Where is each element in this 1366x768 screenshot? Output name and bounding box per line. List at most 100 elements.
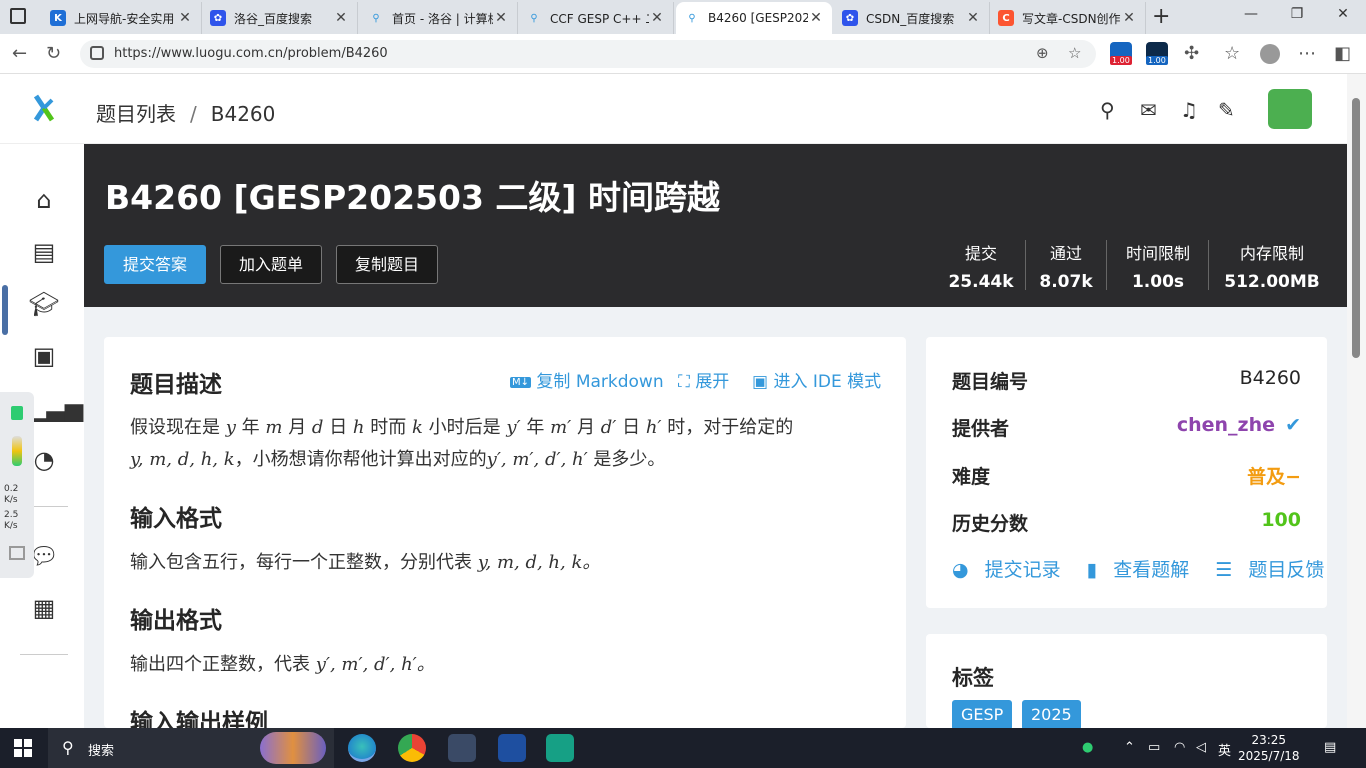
copy-markdown-link[interactable]: M↓ 复制 Markdown: [510, 367, 664, 392]
more-menu-icon[interactable]: ⋯: [1298, 43, 1316, 64]
stat-label: 提交: [964, 244, 997, 263]
clipboard-icon[interactable]: ▣: [28, 342, 60, 374]
battery-icon[interactable]: ▭: [1148, 740, 1160, 755]
page-scrollbar[interactable]: [1347, 74, 1366, 728]
tray-expand-icon[interactable]: ⌃: [1124, 740, 1135, 755]
add-to-list-button[interactable]: 加入题单: [220, 245, 323, 284]
back-icon[interactable]: ←: [12, 43, 27, 64]
network-speed-widget[interactable]: 0.2 K/s 2.5 K/s: [0, 392, 34, 578]
extensions-puzzle-icon[interactable]: ✣: [1184, 43, 1199, 64]
search-icon[interactable]: ⚲: [1100, 98, 1115, 122]
home-icon[interactable]: ⌂: [28, 186, 60, 218]
tab-title: 写文章-CSDN创作: [1022, 11, 1121, 26]
notification-icon[interactable]: ▤: [1324, 740, 1336, 755]
problem-hero: B4260 [GESP202503 二级] 时间跨越 提交答案 加入题单 复制题…: [84, 144, 1347, 307]
scrollbar-thumb[interactable]: [1352, 98, 1360, 358]
browser-tab[interactable]: ⚲ CCF GESP C++ 二级 ✕: [518, 2, 674, 34]
extension-badge: 1.00: [1146, 56, 1168, 65]
tag-badge[interactable]: GESP: [952, 700, 1013, 728]
output-format-heading: 输出格式: [130, 608, 222, 634]
refresh-icon[interactable]: ↻: [46, 43, 61, 64]
close-icon[interactable]: ✕: [493, 10, 509, 26]
submit-button[interactable]: 提交答案: [104, 245, 207, 284]
tab-favicon-icon: ✿: [210, 10, 226, 26]
new-tab-icon[interactable]: +: [1152, 4, 1170, 29]
breadcrumb-root[interactable]: 题目列表: [96, 102, 176, 126]
maximize-icon[interactable]: ❐: [1274, 6, 1320, 22]
breadcrumb-current: B4260: [210, 102, 276, 126]
provider-link[interactable]: chen_zhe: [1177, 414, 1275, 436]
book-icon: ▮: [1086, 559, 1098, 581]
sidebar-toggle-icon[interactable]: ◧: [1334, 43, 1351, 64]
system-clock[interactable]: 23:25 2025/7/18: [1238, 732, 1300, 764]
meter-icon: [12, 436, 22, 466]
app-icon[interactable]: [546, 734, 574, 762]
minimize-icon[interactable]: —: [1228, 6, 1274, 22]
browser-tab[interactable]: ⚲ 首页 - 洛谷 | 计算机 ✕: [360, 2, 518, 34]
upload-speed: 0.2 K/s: [4, 484, 19, 505]
news-icon[interactable]: ▦: [28, 594, 60, 626]
stat-divider: [1208, 240, 1209, 290]
expand-link[interactable]: ⛶ 展开: [678, 367, 729, 392]
close-icon[interactable]: ✕: [177, 10, 193, 26]
download-speed: 2.5 K/s: [4, 510, 19, 531]
copy-problem-button[interactable]: 复制题目: [336, 245, 439, 284]
volume-icon[interactable]: ◁: [1196, 740, 1206, 755]
browser-tab[interactable]: ✿ CSDN_百度搜索 ✕: [834, 2, 990, 34]
close-icon[interactable]: ✕: [965, 10, 981, 26]
course-icon[interactable]: 🎓︎: [28, 290, 60, 322]
tab-title: CSDN_百度搜索: [866, 11, 955, 26]
tab-favicon-icon: ⚲: [372, 12, 380, 24]
site-info-icon[interactable]: [90, 46, 104, 60]
tab-favicon-icon: C: [998, 10, 1014, 26]
avatar[interactable]: [1268, 89, 1312, 129]
info-key: 历史分数: [952, 513, 1029, 535]
chrome-browser-icon[interactable]: [398, 734, 426, 762]
ide-mode-link[interactable]: ▣ 进入 IDE 模式: [752, 367, 881, 392]
edge-browser-icon[interactable]: [348, 734, 376, 762]
clock-date: 2025/7/18: [1238, 749, 1300, 763]
problems-icon[interactable]: ▤: [28, 238, 60, 270]
tab-title: B4260 [GESP2025(: [708, 11, 808, 25]
url-field[interactable]: https://www.luogu.com.cn/problem/B4260 ⊕…: [80, 40, 1096, 68]
taskbar-search-box[interactable]: ⚲ 搜索: [48, 728, 334, 768]
close-icon[interactable]: ✕: [1121, 10, 1137, 26]
clock-time: 23:25: [1251, 733, 1287, 747]
input-format-text: 输入包含五行，每行一个正整数，分别代表 y, m, d, h, k。: [130, 552, 601, 573]
close-icon[interactable]: ✕: [333, 10, 349, 26]
floating-scroll-indicator[interactable]: [2, 285, 8, 335]
favorite-star-icon[interactable]: ☆: [1068, 44, 1081, 62]
problem-title: B4260 [GESP202503 二级] 时间跨越: [105, 178, 720, 217]
tray-app-icon[interactable]: ●: [1082, 740, 1093, 755]
zoom-icon[interactable]: ⊕: [1036, 44, 1049, 62]
dev-cpp-icon[interactable]: [498, 734, 526, 762]
ime-icon[interactable]: 英: [1218, 740, 1231, 759]
tag-badge[interactable]: 2025: [1022, 700, 1081, 728]
windows-start-icon[interactable]: [14, 739, 32, 757]
submission-records-link[interactable]: ◕ 提交记录: [952, 559, 1071, 581]
screenshot-icon[interactable]: [9, 546, 25, 560]
feedback-link[interactable]: ☰ 题目反馈: [1215, 559, 1334, 581]
wifi-icon[interactable]: ◠: [1174, 740, 1185, 755]
close-icon[interactable]: ✕: [808, 10, 824, 26]
mail-icon[interactable]: ✉: [1140, 98, 1157, 122]
profile-avatar-icon[interactable]: [1260, 44, 1280, 64]
tab-favicon-icon: ⚲: [688, 12, 696, 24]
browser-tab[interactable]: C 写文章-CSDN创作 ✕: [990, 2, 1146, 34]
solutions-link[interactable]: ▮ 查看题解: [1087, 559, 1200, 581]
edit-icon[interactable]: ✎: [1218, 98, 1235, 122]
calculator-icon[interactable]: [448, 734, 476, 762]
browser-tab[interactable]: ✿ 洛谷_百度搜索 ✕: [202, 2, 358, 34]
score-value: 100: [1261, 509, 1301, 531]
tab-actions-icon[interactable]: [10, 8, 26, 24]
samples-heading: 输入输出样例: [130, 710, 268, 728]
browser-tab-active[interactable]: ⚲ B4260 [GESP2025( ✕: [676, 2, 832, 34]
markdown-icon: M↓: [510, 376, 532, 388]
browser-tab[interactable]: K 上网导航-安全实用 ✕: [42, 2, 202, 34]
close-icon[interactable]: ✕: [649, 10, 665, 26]
luogu-logo-icon[interactable]: [30, 94, 58, 124]
shield-icon: [11, 406, 23, 420]
favorites-icon[interactable]: ☆: [1224, 43, 1240, 64]
close-window-icon[interactable]: ✕: [1320, 6, 1366, 22]
bell-icon[interactable]: ♫: [1180, 98, 1198, 122]
